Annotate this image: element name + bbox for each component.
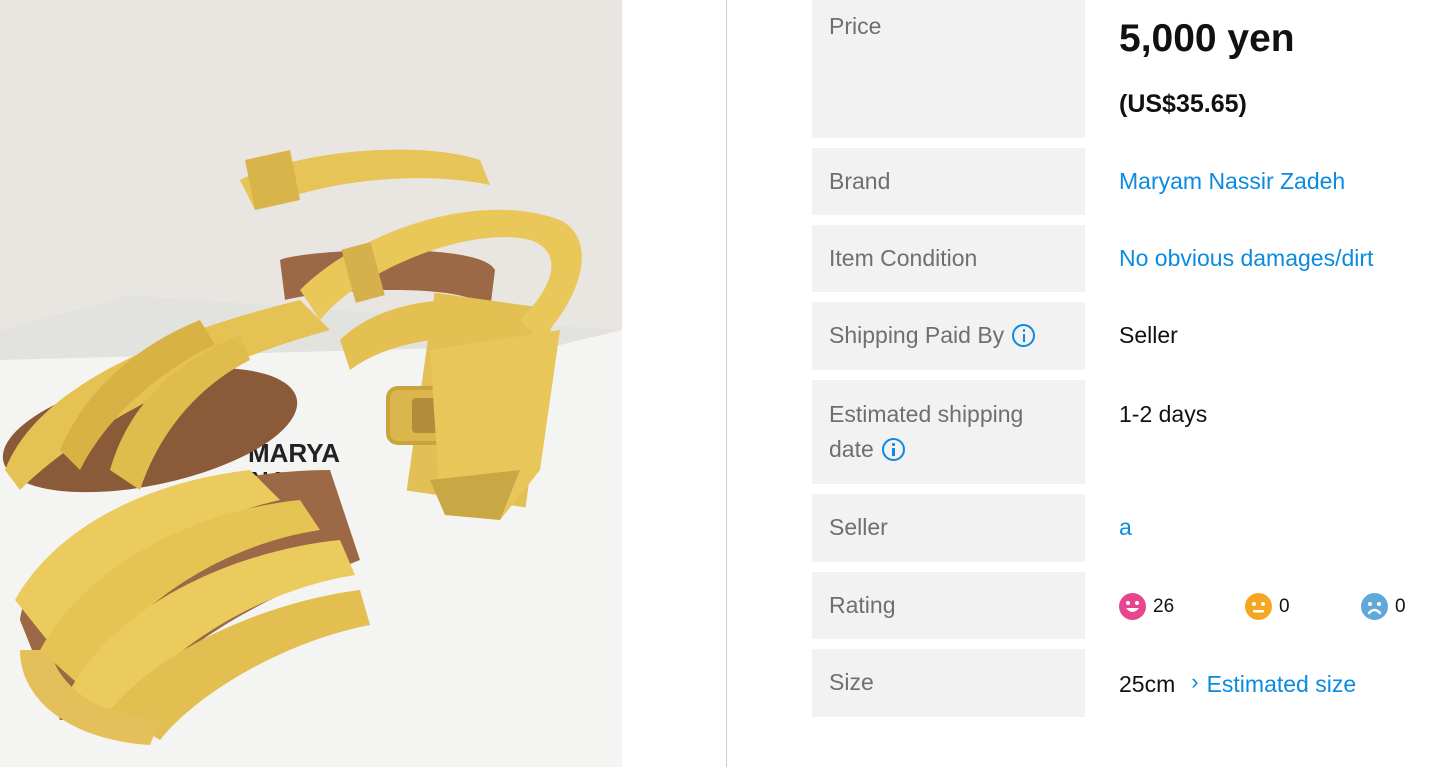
seller-row: Seller a xyxy=(812,494,1456,562)
shipping-paid-row: Shipping Paid By Seller xyxy=(812,302,1456,370)
size-label: Size xyxy=(812,649,1085,717)
negative-count: 0 xyxy=(1395,596,1406,617)
chevron-right-icon[interactable]: › xyxy=(1191,664,1198,699)
condition-row: Item Condition No obvious damages/dirt xyxy=(812,225,1456,292)
neutral-count: 0 xyxy=(1279,596,1290,617)
price-row: Price 5,000 yen (US$35.65) xyxy=(812,0,1456,138)
item-details-table: Price 5,000 yen (US$35.65) Brand Maryam … xyxy=(812,0,1456,767)
neutral-face-icon xyxy=(1245,593,1272,620)
shipping-paid-value: Seller xyxy=(1119,322,1178,348)
rating-negative: 0 xyxy=(1361,589,1406,624)
seller-label: Seller xyxy=(812,494,1085,562)
product-photo[interactable]: MARYA NASS xyxy=(0,0,622,767)
shipping-date-label-line2: date xyxy=(829,436,874,462)
vertical-divider xyxy=(726,0,727,767)
shipping-date-row: Estimated shipping date 1-2 days xyxy=(812,380,1456,484)
shipping-date-value: 1-2 days xyxy=(1119,401,1208,427)
rating-label: Rating xyxy=(812,572,1085,639)
condition-label: Item Condition xyxy=(812,225,1085,292)
price-value: 5,000 yen (US$35.65) xyxy=(1119,0,1456,138)
rating-positive: 26 xyxy=(1119,589,1174,624)
price-converted: (US$35.65) xyxy=(1119,90,1247,118)
seller-link[interactable]: a xyxy=(1119,514,1132,540)
shipping-date-label-line1: Estimated shipping xyxy=(829,401,1024,427)
shipping-paid-label: Shipping Paid By xyxy=(829,322,1005,348)
rating-row: Rating 26 0 0 xyxy=(812,572,1456,639)
condition-link[interactable]: No obvious damages/dirt xyxy=(1119,245,1373,271)
estimated-size-link[interactable]: Estimated size xyxy=(1207,667,1357,702)
sad-face-icon xyxy=(1361,593,1388,620)
smile-face-icon xyxy=(1119,593,1146,620)
brand-label: Brand xyxy=(812,148,1085,215)
rating-neutral: 0 xyxy=(1245,589,1290,624)
price-label: Price xyxy=(812,0,1085,138)
positive-count: 26 xyxy=(1153,596,1175,617)
info-icon[interactable] xyxy=(881,438,905,461)
size-row: Size 25cm › Estimated size xyxy=(812,649,1456,717)
size-value: 25cm xyxy=(1119,671,1176,697)
info-icon[interactable] xyxy=(1012,324,1036,347)
price-amount: 5,000 yen xyxy=(1119,17,1295,60)
brand-link[interactable]: Maryam Nassir Zadeh xyxy=(1119,168,1345,194)
brand-row: Brand Maryam Nassir Zadeh xyxy=(812,148,1456,215)
